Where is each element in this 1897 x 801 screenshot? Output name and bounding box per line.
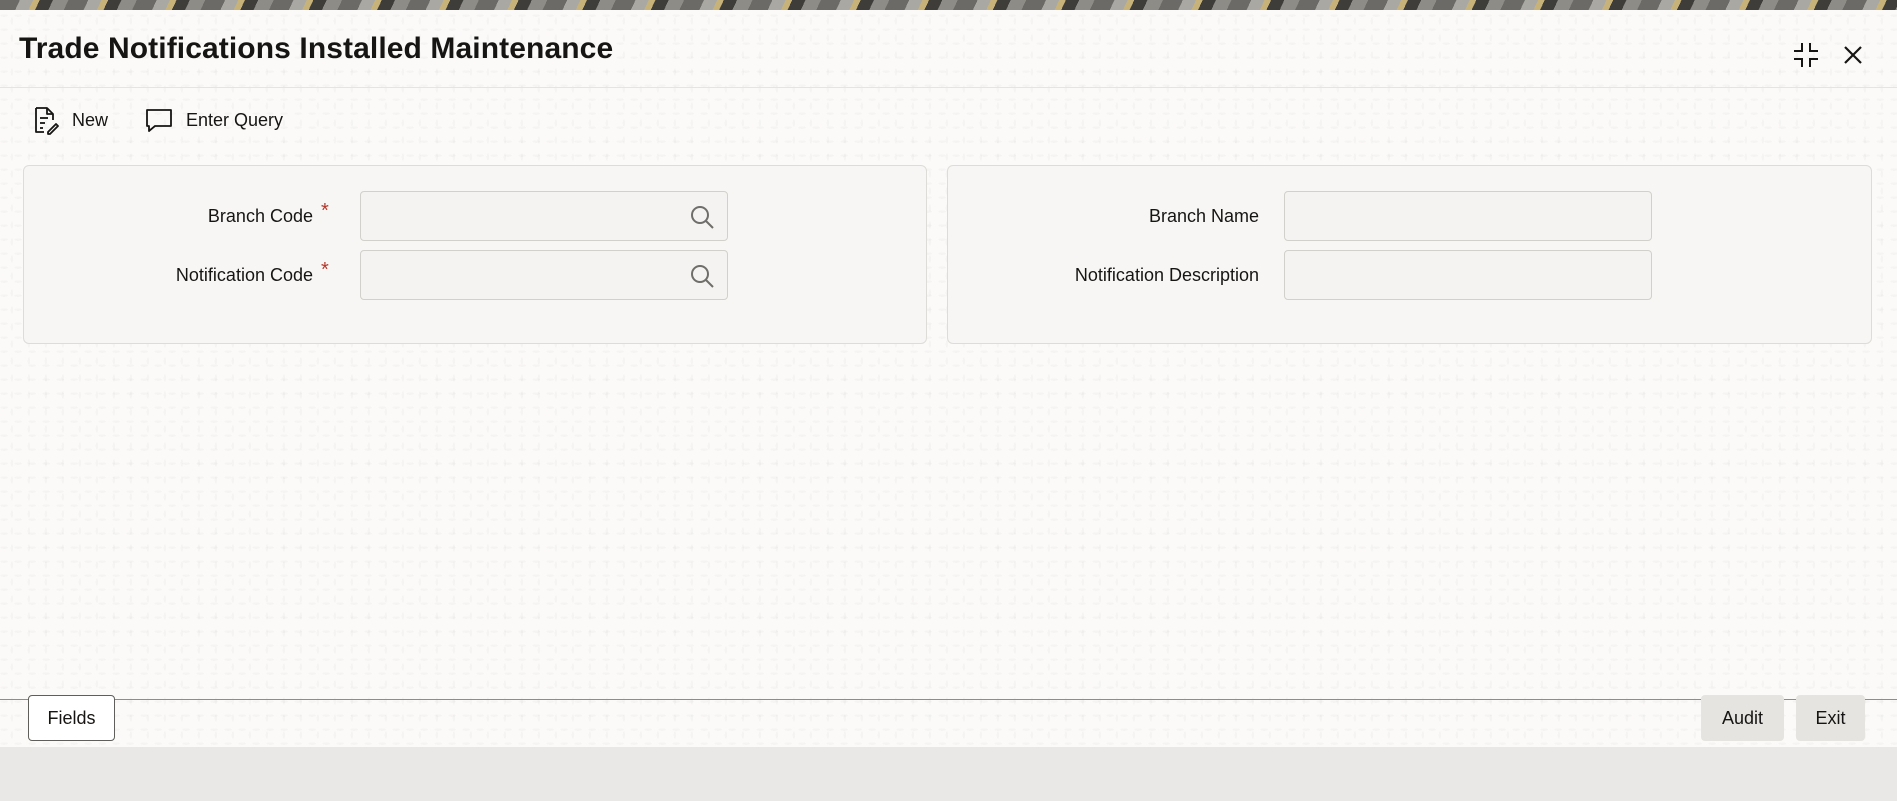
new-button[interactable]: New xyxy=(30,103,108,137)
notification-code-field[interactable] xyxy=(360,250,728,300)
close-icon xyxy=(1838,40,1868,70)
top-banner-strip xyxy=(0,0,1897,10)
branch-code-required-mark: * xyxy=(321,200,329,222)
footer-divider xyxy=(0,699,1897,700)
page-title: Trade Notifications Installed Maintenanc… xyxy=(19,32,614,65)
new-document-icon xyxy=(30,105,60,135)
right-form-panel: Branch Name Notification Description xyxy=(947,165,1872,344)
fields-button[interactable]: Fields xyxy=(28,695,115,741)
audit-button[interactable]: Audit xyxy=(1701,695,1784,741)
notification-description-label: Notification Description xyxy=(1074,265,1259,285)
collapse-button[interactable] xyxy=(1791,40,1821,70)
search-icon[interactable] xyxy=(689,204,715,230)
enter-query-button[interactable]: Enter Query xyxy=(144,103,283,137)
notification-description-field[interactable] xyxy=(1284,250,1652,300)
collapse-icon xyxy=(1791,40,1821,70)
speech-bubble-icon xyxy=(144,105,174,135)
branch-name-label: Branch Name xyxy=(1148,206,1259,226)
maintenance-window: Trade Notifications Installed Maintenanc… xyxy=(0,10,1897,747)
branch-code-field[interactable] xyxy=(360,191,728,241)
left-form-panel: Branch Code * Notification Code * xyxy=(23,165,927,344)
notification-code-required-mark: * xyxy=(321,259,329,281)
search-icon[interactable] xyxy=(689,263,715,289)
bottom-status-bar xyxy=(0,747,1897,801)
branch-code-label: Branch Code xyxy=(207,206,313,226)
close-button[interactable] xyxy=(1838,40,1868,70)
new-button-label: New xyxy=(72,109,109,130)
notification-code-label: Notification Code xyxy=(175,265,313,285)
header-divider xyxy=(0,87,1897,88)
exit-button[interactable]: Exit xyxy=(1796,695,1865,741)
enter-query-button-label: Enter Query xyxy=(186,109,284,130)
branch-name-field[interactable] xyxy=(1284,191,1652,241)
